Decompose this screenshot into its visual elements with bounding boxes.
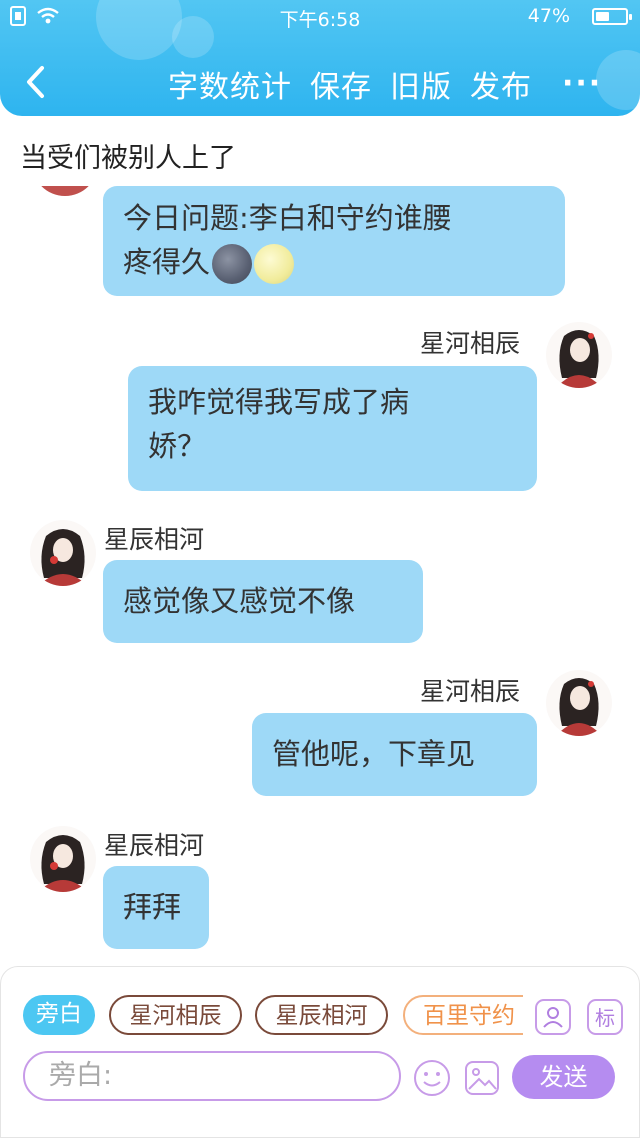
word-count-button[interactable]: 字数统计 bbox=[168, 62, 292, 106]
message-text: 拜拜 bbox=[123, 890, 182, 924]
sender-name: 星河相辰 bbox=[420, 677, 521, 706]
composer-panel: 旁白 星河相辰 星辰相河 百里守约 标 旁白: 发送 bbox=[0, 966, 640, 1138]
full-moon-face-icon bbox=[254, 244, 295, 284]
message-text: 管他呢，下章见 bbox=[272, 737, 476, 771]
avatar[interactable] bbox=[30, 520, 96, 586]
role-chip[interactable]: 百里守约 bbox=[403, 995, 523, 1035]
message-text: 娇？ bbox=[148, 429, 207, 463]
app-header: 下午6:58 47% 字数统计 保存 旧版 发布 ··· bbox=[0, 0, 640, 116]
chevron-left-icon bbox=[27, 66, 44, 98]
avatar[interactable] bbox=[30, 826, 96, 892]
message-bubble[interactable]: 我咋觉得我写成了病 娇？ bbox=[128, 366, 537, 491]
message-input[interactable]: 旁白: bbox=[23, 1051, 401, 1101]
sender-name: 星辰相河 bbox=[104, 525, 205, 554]
avatar-settings-button[interactable] bbox=[535, 999, 571, 1035]
save-button[interactable]: 保存 bbox=[310, 62, 372, 106]
battery-percent: 47% bbox=[527, 5, 570, 27]
image-icon[interactable] bbox=[463, 1059, 501, 1097]
more-button[interactable]: ··· bbox=[562, 66, 602, 101]
smiley-icon[interactable] bbox=[413, 1059, 451, 1097]
chapter-title[interactable]: 当受们被别人上了 bbox=[20, 136, 236, 175]
message-text: 疼得久 bbox=[123, 245, 211, 279]
new-moon-face-icon bbox=[212, 244, 253, 284]
message-bubble[interactable]: 今日问题:李白和守约谁腰 疼得久 bbox=[103, 186, 565, 296]
message-text: 我咋觉得我写成了病 bbox=[148, 385, 410, 419]
user-card-icon bbox=[543, 1007, 563, 1028]
role-chip-narration[interactable]: 旁白 bbox=[23, 995, 95, 1035]
avatar[interactable] bbox=[546, 670, 612, 736]
message-text-line2: 疼得久 bbox=[123, 240, 545, 284]
battery-icon bbox=[592, 8, 632, 25]
chat-area[interactable]: 今日问题:李白和守约谁腰 疼得久 星河相辰 我咋觉得我写成了病 娇？ 星辰相河 … bbox=[0, 186, 640, 962]
toolbar: 字数统计 保存 旧版 发布 ··· bbox=[0, 56, 640, 110]
role-selector: 旁白 星河相辰 星辰相河 百里守约 bbox=[23, 995, 523, 1039]
publish-button[interactable]: 发布 bbox=[470, 62, 532, 106]
old-version-button[interactable]: 旧版 bbox=[390, 62, 452, 106]
status-bar: 下午6:58 47% bbox=[0, 0, 640, 34]
message-text: 今日问题:李白和守约谁腰 bbox=[123, 201, 452, 235]
role-chip[interactable]: 星河相辰 bbox=[109, 995, 242, 1035]
role-chip[interactable]: 星辰相河 bbox=[255, 995, 388, 1035]
message-bubble[interactable]: 拜拜 bbox=[103, 866, 209, 949]
back-button[interactable] bbox=[20, 62, 54, 102]
message-bubble[interactable]: 感觉像又感觉不像 bbox=[103, 560, 423, 643]
tag-button[interactable]: 标 bbox=[587, 999, 623, 1035]
message-bubble[interactable]: 管他呢，下章见 bbox=[252, 713, 537, 796]
sender-name: 星辰相河 bbox=[104, 831, 205, 860]
message-text: 感觉像又感觉不像 bbox=[123, 584, 356, 618]
avatar-partial bbox=[32, 186, 98, 196]
send-button[interactable]: 发送 bbox=[512, 1055, 615, 1099]
sender-name: 星河相辰 bbox=[420, 329, 521, 358]
avatar[interactable] bbox=[546, 322, 612, 388]
